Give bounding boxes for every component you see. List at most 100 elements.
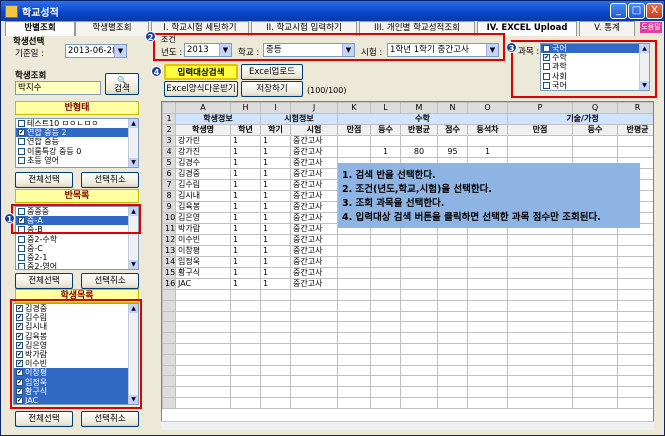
column-header[interactable]: O (467, 102, 508, 114)
cell-tech-max[interactable] (507, 267, 573, 279)
column-header[interactable]: R (617, 102, 653, 114)
cell-exam[interactable]: 중간고사 (290, 223, 338, 235)
empty-cell[interactable] (260, 396, 291, 409)
empty-cell[interactable] (617, 386, 653, 398)
cell-grade[interactable]: 1 (230, 234, 261, 246)
empty-cell[interactable] (370, 299, 401, 312)
search-target-button[interactable]: 입력대상검색 (164, 64, 238, 80)
row-header[interactable]: 9 (162, 201, 176, 213)
cell-grade[interactable]: 1 (230, 146, 261, 158)
empty-cell[interactable] (290, 321, 338, 334)
empty-cell[interactable] (290, 353, 338, 366)
cell-rank[interactable] (370, 278, 401, 290)
cell-tech-rank[interactable] (572, 135, 618, 147)
subject-checkbox[interactable] (543, 45, 550, 53)
column-title[interactable]: 시험 (290, 124, 338, 136)
empty-cell[interactable] (370, 386, 401, 398)
empty-cell[interactable] (370, 342, 401, 355)
cell-student-name[interactable]: 임정욱 (175, 256, 231, 268)
empty-cell[interactable] (467, 289, 508, 301)
cell-exam[interactable]: 중간고사 (290, 245, 338, 257)
row-header[interactable] (162, 299, 176, 312)
deselect-class-type-button[interactable]: 선택취소 (81, 172, 139, 188)
empty-cell[interactable] (337, 353, 371, 366)
column-header[interactable]: H (230, 102, 261, 114)
grid-horizontal-scrollbar[interactable] (161, 421, 654, 430)
row-header[interactable]: 6 (162, 168, 176, 180)
deselect-class-button[interactable]: 선택취소 (81, 273, 139, 289)
column-title[interactable]: 만점 (507, 124, 573, 136)
empty-cell[interactable] (370, 310, 401, 323)
empty-cell[interactable] (400, 310, 438, 323)
cell-term[interactable]: 1 (260, 190, 291, 202)
empty-cell[interactable] (370, 289, 401, 301)
cell-exam[interactable]: 중간고사 (290, 278, 338, 290)
cell-tech-max[interactable] (507, 256, 573, 268)
subject-item[interactable]: 과학 (541, 62, 649, 71)
empty-cell[interactable] (175, 289, 231, 301)
cell-tech-avg[interactable] (617, 146, 653, 158)
row-header[interactable]: 16 (162, 278, 176, 290)
cell-tech-rank[interactable] (572, 256, 618, 268)
class-checkbox[interactable] (18, 235, 25, 243)
cell-max-score[interactable] (337, 267, 371, 279)
cell-student-name[interactable]: 김경중 (175, 168, 231, 180)
cell-score[interactable] (437, 245, 468, 257)
empty-cell[interactable] (400, 364, 438, 377)
row-header[interactable]: 2 (162, 124, 176, 136)
empty-cell[interactable] (290, 396, 338, 409)
class-type-checkbox[interactable] (18, 120, 25, 128)
empty-cell[interactable] (290, 364, 338, 377)
cell-grade[interactable]: 1 (230, 212, 261, 224)
empty-cell[interactable] (617, 342, 653, 355)
empty-cell[interactable] (572, 353, 618, 366)
cell-class-avg[interactable] (400, 278, 438, 290)
class-item[interactable]: 중2-영어 (16, 262, 138, 269)
cell-max-score[interactable] (337, 234, 371, 246)
empty-cell[interactable] (617, 299, 653, 312)
empty-cell[interactable] (572, 310, 618, 323)
cell-rank[interactable] (370, 135, 401, 147)
cell-student-name[interactable]: 강가진 (175, 146, 231, 158)
class-type-item[interactable]: 연합 중등 (16, 137, 138, 146)
empty-cell[interactable] (507, 310, 573, 323)
empty-cell[interactable] (572, 396, 618, 409)
empty-cell[interactable] (507, 299, 573, 312)
column-title[interactable]: 학기 (260, 124, 291, 136)
empty-cell[interactable] (437, 299, 468, 312)
maximize-button[interactable]: □ (628, 3, 645, 19)
cell-grade[interactable]: 1 (230, 168, 261, 180)
cell-class-avg[interactable] (400, 135, 438, 147)
empty-cell[interactable] (230, 375, 261, 388)
empty-cell[interactable] (370, 396, 401, 409)
cell-term[interactable]: 1 (260, 245, 291, 257)
empty-cell[interactable] (230, 321, 261, 334)
empty-cell[interactable] (437, 353, 468, 366)
empty-cell[interactable] (370, 353, 401, 366)
cell-grade[interactable]: 1 (230, 256, 261, 268)
empty-cell[interactable] (507, 321, 573, 334)
cell-tech-avg[interactable] (617, 135, 653, 147)
column-title[interactable]: 점수 (437, 124, 468, 136)
class-type-checkbox[interactable] (18, 138, 25, 146)
cell-student-name[interactable]: 김육봉 (175, 201, 231, 213)
school-select[interactable]: 중등 ▼ (263, 43, 355, 57)
cell-grade[interactable]: 1 (230, 157, 261, 169)
empty-cell[interactable] (175, 332, 231, 344)
cell-term[interactable]: 1 (260, 201, 291, 213)
empty-cell[interactable] (337, 299, 371, 312)
column-title[interactable]: 등석차 (467, 124, 508, 136)
column-header[interactable]: Q (572, 102, 618, 114)
empty-cell[interactable] (507, 375, 573, 388)
cell-term[interactable]: 1 (260, 267, 291, 279)
empty-cell[interactable] (260, 332, 291, 344)
empty-cell[interactable] (370, 332, 401, 344)
column-header[interactable]: K (337, 102, 371, 114)
empty-cell[interactable] (175, 396, 231, 409)
empty-cell[interactable] (572, 289, 618, 301)
empty-cell[interactable] (290, 332, 338, 344)
cell-term[interactable]: 1 (260, 223, 291, 235)
cell-score[interactable] (437, 278, 468, 290)
cell-exam[interactable]: 중간고사 (290, 168, 338, 180)
column-title[interactable]: 등수 (370, 124, 401, 136)
